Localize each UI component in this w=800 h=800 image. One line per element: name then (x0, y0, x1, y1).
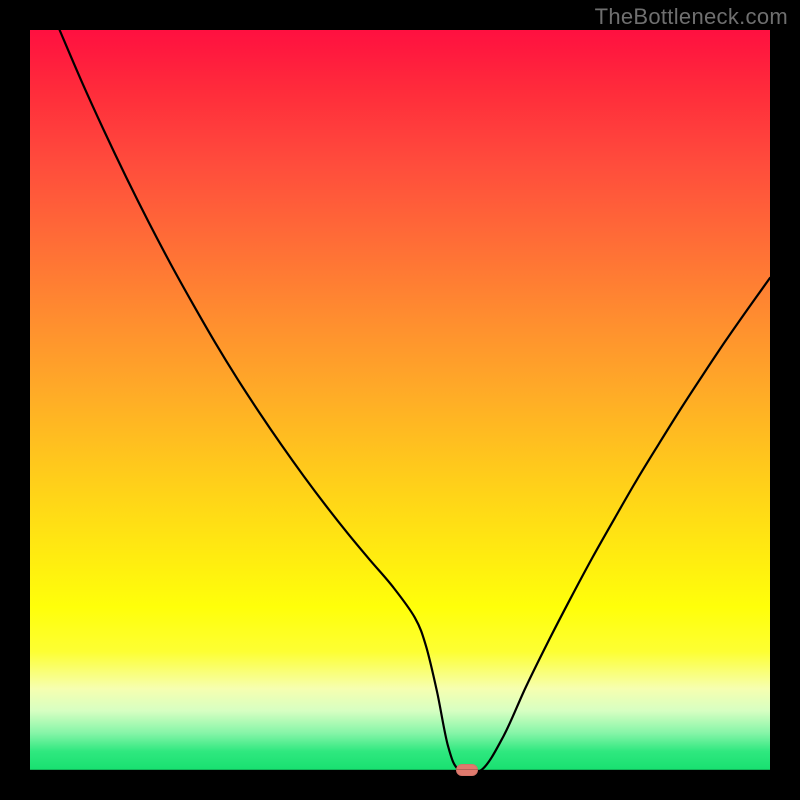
plot-area (30, 30, 770, 770)
bottleneck-curve (30, 30, 770, 770)
watermark-text: TheBottleneck.com (595, 4, 788, 30)
chart-stage: TheBottleneck.com (0, 0, 800, 800)
min-marker (456, 764, 478, 776)
